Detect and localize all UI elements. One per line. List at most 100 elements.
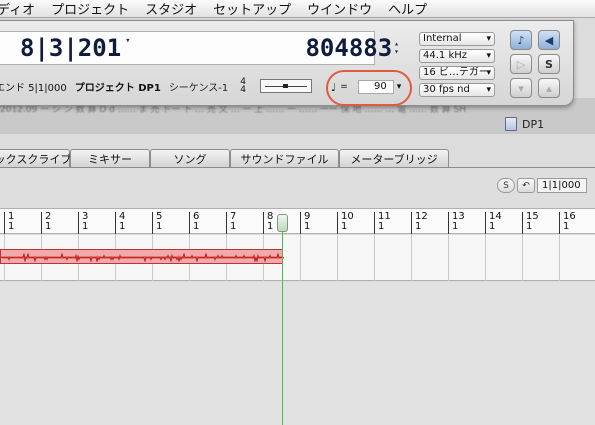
ruler-mark: 16 1 — [559, 212, 576, 234]
menu-audio[interactable]: ディオ — [0, 0, 43, 18]
main-counter-value: 8|3|201 — [20, 34, 122, 62]
secondary-counter[interactable]: 804883 ▴ ▾ — [245, 31, 405, 65]
ruler-beat-label: 1 — [156, 221, 163, 232]
ruler-mark: 31 — [78, 212, 89, 234]
project-selector[interactable]: プロジェクト DP1 — [75, 79, 161, 94]
tab-quickscribe[interactable]: ックスクライブ — [0, 149, 71, 168]
ruler-beat-label: 1 — [119, 221, 126, 232]
ruler-mark: 61 — [189, 212, 200, 234]
sync-icon: S — [545, 57, 553, 71]
ruler-tick — [448, 212, 449, 234]
document-title-text: DP1 — [522, 117, 545, 131]
frame-rate-select[interactable]: 30 fps nd — [419, 83, 495, 97]
track-lane[interactable] — [0, 235, 595, 281]
ruler-beat-label: 1 — [452, 221, 459, 232]
play-icon: ▷ — [516, 57, 526, 71]
ruler-beat-label: 1 — [8, 221, 15, 232]
countoff-button[interactable]: ▾ — [510, 78, 532, 98]
ruler-beat-label: 1 — [193, 221, 200, 232]
tempo-highlight-circle — [326, 70, 412, 106]
ruler-beat-label: 1 — [230, 221, 237, 232]
ruler-mark: 91 — [300, 212, 311, 234]
ruler-beat-label: 1 — [341, 221, 348, 232]
ruler-mark: 51 — [152, 212, 163, 234]
transport-panel: 8|3|201 ▾ 804883 ▴ ▾ エンド 5|1|000 プロジェクト D… — [0, 20, 574, 106]
grid-line — [559, 235, 560, 281]
sample-rate-select[interactable]: 44.1 kHz — [419, 49, 495, 63]
menu-help[interactable]: ヘルプ — [380, 0, 435, 18]
timeline-ruler[interactable]: 11 21 31 41 51 61 71 81 91 10 1 11 1 12 1 1… — [0, 208, 595, 234]
menu-setup[interactable]: セットアップ — [205, 0, 299, 18]
document-icon — [505, 117, 517, 131]
countoff-icon: ▾ — [518, 81, 524, 95]
ruler-mark: 14 1 — [485, 212, 502, 234]
ruler-mark: 41 — [115, 212, 126, 234]
ruler-tick — [41, 212, 42, 234]
ruler-tick — [263, 212, 264, 234]
ruler-tick — [226, 212, 227, 234]
ruler-mark: 71 — [226, 212, 237, 234]
grid-line — [485, 235, 486, 281]
ruler-mark: 11 — [4, 212, 15, 234]
ruler-tick — [522, 212, 523, 234]
ruler-beat-label: 1 — [378, 221, 385, 232]
ruler-beat-label: 1 — [304, 221, 311, 232]
grid-line — [411, 235, 412, 281]
empty-track-area[interactable] — [0, 282, 595, 425]
ruler-mark: 15 1 — [522, 212, 539, 234]
end-marker[interactable]: エンド 5|1|000 — [0, 79, 67, 94]
ruler-beat-label: 1 — [489, 221, 496, 232]
secondary-counter-value: 804883 — [305, 34, 393, 62]
return-icon[interactable]: ↶ — [517, 178, 535, 193]
transport-info-row: エンド 5|1|000 プロジェクト DP1 シーケンス-1 4 4 — [0, 75, 313, 97]
grid-line — [374, 235, 375, 281]
window-tabs: ックスクライブ ミキサー ソング サウンドファイル メーターブリッジ — [0, 149, 449, 168]
solo-button[interactable]: S — [497, 178, 515, 193]
ruler-beat-label: 1 — [563, 221, 570, 232]
ruler-tick — [189, 212, 190, 234]
menu-studio[interactable]: スタジオ — [137, 0, 205, 18]
tab-meter-bridge[interactable]: メーターブリッジ — [339, 149, 449, 168]
audio-region[interactable] — [0, 249, 284, 264]
ruler-tick — [337, 212, 338, 234]
ruler-beat-label: 1 — [415, 221, 422, 232]
menu-project[interactable]: プロジェクト — [43, 0, 137, 18]
app-window: { "menubar": { "items": ["ディオ", "プロジェクト"… — [0, 0, 595, 425]
grid-line — [337, 235, 338, 281]
ruler-tick — [78, 212, 79, 234]
sync-button[interactable]: S — [538, 54, 560, 74]
document-title: DP1 — [505, 116, 544, 132]
ruler-beat-label: 1 — [45, 221, 52, 232]
overdub-button[interactable]: ▴ — [538, 78, 560, 98]
ruler-tick — [152, 212, 153, 234]
secondary-counter-stepper-icon[interactable]: ▴ ▾ — [394, 40, 399, 56]
speaker-icon: ◀ — [544, 33, 554, 47]
tab-song[interactable]: ソング — [150, 149, 230, 168]
conductor-slider[interactable] — [260, 79, 313, 93]
position-field[interactable]: 1|1|000 — [537, 178, 587, 193]
ruler-mark: 21 — [41, 212, 52, 234]
ruler-tick — [300, 212, 301, 234]
main-counter-menu-icon[interactable]: ▾ — [125, 36, 130, 46]
menu-window[interactable]: ウインドウ — [299, 0, 380, 18]
sequence-selector[interactable]: シーケンス-1 — [169, 79, 228, 94]
tab-soundfile[interactable]: サウンドファイル — [230, 149, 339, 168]
grid-line — [522, 235, 523, 281]
ruler-mark: 13 1 — [448, 212, 465, 234]
play-button[interactable]: ▷ — [510, 54, 532, 74]
ruler-beat-label: 1 — [82, 221, 89, 232]
ruler-tick — [115, 212, 116, 234]
ruler-mark: 12 1 — [411, 212, 428, 234]
time-signature[interactable]: 4 4 — [240, 78, 246, 95]
click-button[interactable]: ♪ — [510, 30, 532, 50]
ruler-mark: 10 1 — [337, 212, 354, 234]
bit-depth-select[interactable]: 16 ビ…テガー — [419, 66, 495, 80]
wait-button[interactable]: ◀ — [538, 30, 560, 50]
ruler-beat-label: 1 — [526, 221, 533, 232]
grid-line — [448, 235, 449, 281]
overdub-icon: ▴ — [546, 81, 552, 95]
tab-mixer[interactable]: ミキサー — [70, 149, 150, 168]
playhead-handle[interactable] — [277, 214, 288, 232]
sync-source-select[interactable]: Internal — [419, 32, 495, 46]
ruler-mark: 81 — [263, 212, 273, 234]
